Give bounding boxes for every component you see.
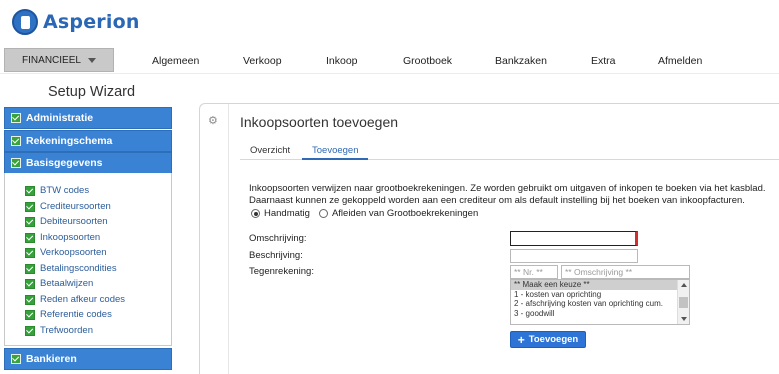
plus-icon: + (517, 332, 525, 347)
listbox-option[interactable]: 2 - afschrijving kosten van oprichting c… (511, 299, 689, 309)
sidebar-item-label: Crediteursoorten (40, 201, 111, 212)
sidebar-item-label: Reden afkeur codes (40, 294, 126, 305)
panel-gutter: ⚙ (200, 104, 229, 374)
tab-toevoegen[interactable]: Toevoegen (302, 145, 369, 160)
omschrijving-input[interactable] (510, 231, 638, 246)
checkbox-checked-icon (25, 294, 35, 305)
listbox-option[interactable]: ** Maak een keuze ** (511, 280, 689, 290)
beschrijving-label: Beschrijving: (249, 250, 303, 261)
listbox-option[interactable]: 1 - kosten van oprichting (511, 290, 689, 300)
checkbox-checked-icon (25, 201, 35, 212)
sidebar-item-inkoopsoorten[interactable]: Inkoopsoorten (25, 232, 100, 243)
listbox-option[interactable]: 3 - goodwill (511, 309, 689, 319)
checkbox-checked-icon (25, 247, 35, 258)
sidebar-item-reden-afkeur-codes[interactable]: Reden afkeur codes (25, 294, 125, 305)
sidebar-item-btw-codes[interactable]: BTW codes (25, 185, 89, 196)
checkbox-checked-icon (25, 216, 35, 227)
tegenrekening-listbox[interactable]: ** Maak een keuze ** 1 - kosten van opri… (510, 279, 690, 325)
nav-bankzaken[interactable]: Bankzaken (495, 55, 547, 67)
nav-grootboek[interactable]: Grootboek (403, 55, 452, 67)
sidebar-item-crediteursoorten[interactable]: Crediteursoorten (25, 201, 111, 212)
scroll-down-icon[interactable] (681, 317, 687, 321)
brand-logo[interactable]: Asperion (12, 7, 140, 37)
sidebar-item-label: Inkoopsoorten (40, 232, 101, 243)
sidebar-item-referentie-codes[interactable]: Referentie codes (25, 309, 112, 320)
top-nav: FINANCIEEL Algemeen Verkoop Inkoop Groot… (0, 47, 779, 74)
sidebar-item-debiteursoorten[interactable]: Debiteursoorten (25, 216, 108, 227)
sidebar-item-label: Betaalwijzen (40, 278, 94, 289)
radio-afleiden-label: Afleiden van Grootboekrekeningen (331, 208, 479, 219)
scroll-up-icon[interactable] (681, 283, 687, 287)
sidebar-section-bankieren[interactable]: Bankieren (4, 348, 172, 370)
tab-bar: Overzicht Toevoegen (240, 144, 779, 160)
checkbox-checked-icon (11, 158, 21, 168)
nav-afmelden[interactable]: Afmelden (658, 55, 702, 67)
sidebar-section-label: Basisgegevens (26, 157, 103, 169)
mode-radio-group: Handmatig Afleiden van Grootboekrekening… (251, 208, 478, 219)
main-panel: ⚙ Inkoopsoorten toevoegen Overzicht Toev… (199, 103, 779, 374)
sidebar-section-administratie[interactable]: Administratie (4, 107, 172, 129)
sidebar-section-label: Rekeningschema (26, 135, 113, 147)
nav-algemeen[interactable]: Algemeen (152, 55, 199, 67)
sidebar-section-rekeningschema[interactable]: Rekeningschema (4, 130, 172, 152)
sidebar-item-label: BTW codes (40, 185, 90, 196)
tegenrekening-nr-input[interactable]: ** Nr. ** (510, 265, 558, 279)
asperion-logo-icon (12, 9, 38, 35)
radio-afleiden[interactable] (318, 209, 328, 218)
page-title: Inkoopsoorten toevoegen (240, 114, 399, 130)
checkbox-checked-icon (25, 263, 35, 274)
sidebar-section-basisgegevens[interactable]: Basisgegevens (4, 152, 172, 174)
checkbox-checked-icon (25, 325, 35, 336)
checkbox-checked-icon (25, 232, 35, 243)
sidebar-item-verkoopsoorten[interactable]: Verkoopsoorten (25, 247, 107, 258)
nav-extra[interactable]: Extra (591, 55, 616, 67)
omschrijving-label: Omschrijving: (249, 233, 307, 244)
checkbox-checked-icon (11, 136, 21, 146)
toevoegen-button[interactable]: + Toevoegen (510, 331, 586, 348)
scroll-thumb[interactable] (679, 297, 688, 308)
sidebar-item-label: Trefwoorden (40, 325, 93, 336)
beschrijving-input[interactable] (510, 249, 638, 263)
caret-down-icon (87, 57, 96, 63)
checkbox-checked-icon (25, 278, 35, 289)
sidebar-item-label: Verkoopsoorten (40, 247, 107, 258)
sidebar-item-trefwoorden[interactable]: Trefwoorden (25, 325, 93, 336)
checkbox-checked-icon (11, 113, 21, 123)
gears-icon[interactable]: ⚙ (208, 114, 218, 127)
sidebar-item-label: Debiteursoorten (40, 216, 108, 227)
checkbox-checked-icon (25, 309, 35, 320)
tegenrekening-label: Tegenrekening: (249, 266, 314, 277)
tegenrekening-omschrijving-input[interactable]: ** Omschrijving ** (561, 265, 690, 279)
nav-inkoop[interactable]: Inkoop (326, 55, 358, 67)
listbox-scrollbar[interactable] (677, 280, 689, 324)
radio-handmatig[interactable] (251, 209, 260, 218)
toevoegen-button-label: Toevoegen (528, 334, 579, 345)
sidebar-item-betaalwijzen[interactable]: Betaalwijzen (25, 278, 93, 289)
tab-overzicht[interactable]: Overzicht (250, 145, 290, 156)
nav-verkoop[interactable]: Verkoop (243, 55, 282, 67)
sidebar-section-label: Bankieren (26, 353, 77, 365)
intro-text-line-1: Inkoopsoorten verwijzen naar grootboekre… (249, 183, 766, 194)
radio-handmatig-label: Handmatig (264, 208, 310, 219)
sidebar-section-label: Administratie (26, 112, 94, 124)
sidebar-title: Setup Wizard (48, 84, 136, 100)
intro-text-line-2: Daarnaast kunnen ze gekoppeld worden aan… (249, 195, 745, 206)
sidebar-item-betalingscondities[interactable]: Betalingscondities (25, 263, 117, 274)
financieel-menu-button[interactable]: FINANCIEEL (4, 48, 114, 72)
checkbox-checked-icon (11, 354, 21, 364)
brand-name: Asperion (43, 11, 140, 33)
financieel-menu-label: FINANCIEEL (22, 54, 81, 66)
sidebar-basisgegevens-panel: BTW codes Crediteursoorten Debiteursoort… (4, 173, 172, 346)
checkbox-checked-icon (25, 185, 35, 196)
sidebar-item-label: Betalingscondities (40, 263, 117, 274)
sidebar-item-label: Referentie codes (40, 309, 112, 320)
